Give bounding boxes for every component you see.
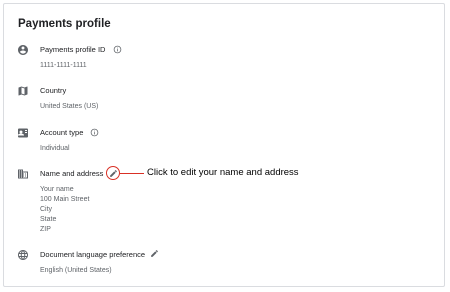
id-card-icon	[17, 127, 29, 139]
edit-pencil-icon[interactable]	[150, 249, 159, 258]
address-line: City	[40, 206, 53, 213]
callout-line	[120, 173, 144, 174]
document-language-label: Document language preference	[40, 250, 146, 259]
card-title: Payments profile	[18, 18, 111, 30]
name-address-label: Name and address	[40, 169, 104, 178]
account-type-label: Account type	[40, 128, 84, 137]
address-line: ZIP	[40, 226, 51, 233]
country-label: Country	[40, 86, 67, 95]
profile-id-value: 1111-1111-1111	[40, 62, 87, 69]
callout-text: Click to edit your name and address	[147, 167, 299, 178]
profile-id-label: Payments profile ID	[40, 45, 106, 54]
building-icon	[17, 168, 29, 180]
address-line: State	[40, 216, 57, 223]
info-icon[interactable]	[113, 45, 122, 54]
country-value: United States (US)	[40, 103, 99, 110]
info-icon[interactable]	[90, 128, 99, 137]
address-line: 100 Main Street	[40, 196, 90, 203]
payments-profile-card: Payments profile Payments profile ID 111…	[3, 3, 445, 287]
globe-icon	[17, 249, 29, 261]
map-icon	[17, 85, 29, 97]
document-language-value: English (United States)	[40, 267, 112, 274]
address-line: Your name	[40, 186, 74, 193]
edit-pencil-icon[interactable]	[109, 169, 118, 178]
account-type-value: Individual	[40, 145, 70, 152]
account-circle-icon	[17, 44, 29, 56]
